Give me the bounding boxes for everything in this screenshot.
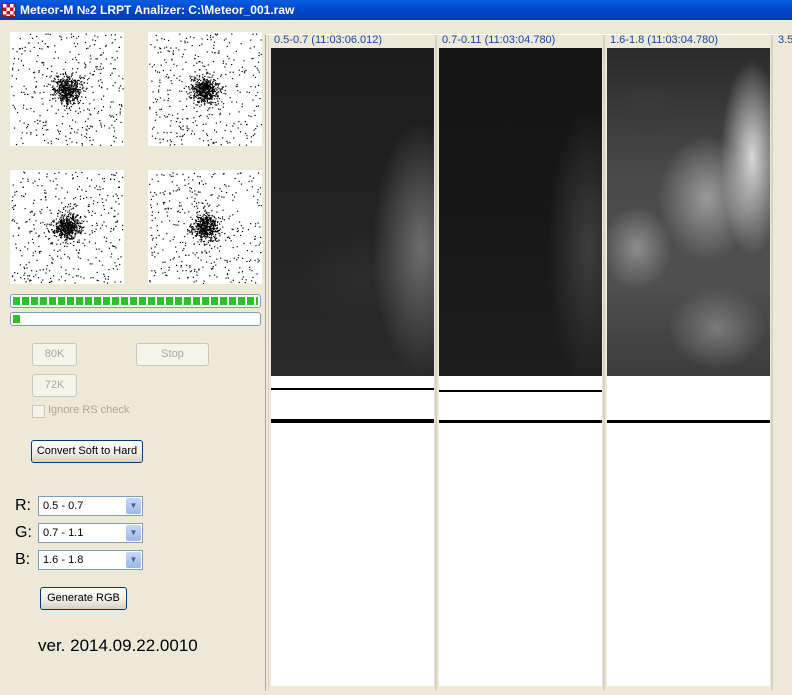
signal-progress-fill (13, 297, 258, 305)
72k-button[interactable]: 72K (32, 374, 77, 397)
main-window: 80K Stop 72K Ignore RS check Convert Sof… (0, 20, 792, 695)
channel-panel-2: 0.7-0.11 (11:03:04.780) (436, 34, 604, 690)
constellation-plot-3 (10, 170, 124, 284)
chevron-down-icon[interactable]: ▼ (126, 525, 141, 541)
convert-soft-to-hard-button[interactable]: Convert Soft to Hard (31, 440, 143, 463)
stop-button[interactable]: Stop (136, 343, 209, 366)
scan-line (607, 420, 770, 423)
file-progress-fill (13, 315, 20, 323)
channel-label-4: 3.5 (778, 34, 792, 46)
r-channel-label: R: (15, 497, 31, 514)
80k-button[interactable]: 80K (32, 343, 77, 366)
chevron-down-icon[interactable]: ▼ (126, 498, 141, 514)
checkbox-box[interactable] (32, 405, 45, 418)
g-channel-value: 0.7 - 1.1 (43, 527, 84, 539)
scan-line (439, 420, 602, 423)
ignore-rs-label: Ignore RS check (48, 404, 130, 416)
channel-panel-4: 3.5 (772, 34, 792, 690)
b-channel-select[interactable]: 1.6 - 1.8 ▼ (38, 550, 143, 570)
scan-line (439, 390, 602, 392)
channel-panel-3: 1.6-1.8 (11:03:04.780) (604, 34, 772, 690)
title-bar: Meteor-M №2 LRPT Analizer: C:\Meteor_001… (0, 0, 792, 20)
g-channel-select[interactable]: 0.7 - 1.1 ▼ (38, 523, 143, 543)
channel-scroll-area[interactable]: 0.5-0.7 (11:03:06.012) 0.7-0.11 (11:03:0… (265, 34, 792, 691)
g-channel-label: G: (15, 524, 32, 541)
channel-label-1: 0.5-0.7 (11:03:06.012) (274, 34, 383, 46)
channel-panel-1: 0.5-0.7 (11:03:06.012) (268, 34, 436, 690)
file-progress-bar (10, 312, 261, 326)
channel-image-3 (607, 48, 770, 376)
constellation-plot-2 (148, 32, 262, 146)
channel-label-2: 0.7-0.11 (11:03:04.780) (442, 34, 556, 46)
constellation-plot-1 (10, 32, 124, 146)
scan-line (271, 419, 434, 423)
channel-image-2 (439, 48, 602, 376)
r-channel-select[interactable]: 0.5 - 0.7 ▼ (38, 496, 143, 516)
app-checker-icon[interactable] (2, 3, 16, 17)
channel-label-3: 1.6-1.8 (11:03:04.780) (610, 34, 719, 46)
r-channel-value: 0.5 - 0.7 (43, 500, 84, 512)
channel-image-1 (271, 48, 434, 376)
version-label: ver. 2014.09.22.0010 (38, 636, 198, 655)
b-channel-label: B: (15, 551, 31, 568)
window-title: Meteor-M №2 LRPT Analizer: C:\Meteor_001… (20, 3, 295, 17)
chevron-down-icon[interactable]: ▼ (126, 552, 141, 568)
signal-progress-bar (10, 294, 261, 308)
b-channel-value: 1.6 - 1.8 (43, 554, 84, 566)
generate-rgb-button[interactable]: Generate RGB (40, 587, 127, 610)
scan-line (271, 388, 434, 390)
constellation-plot-4 (148, 170, 262, 284)
